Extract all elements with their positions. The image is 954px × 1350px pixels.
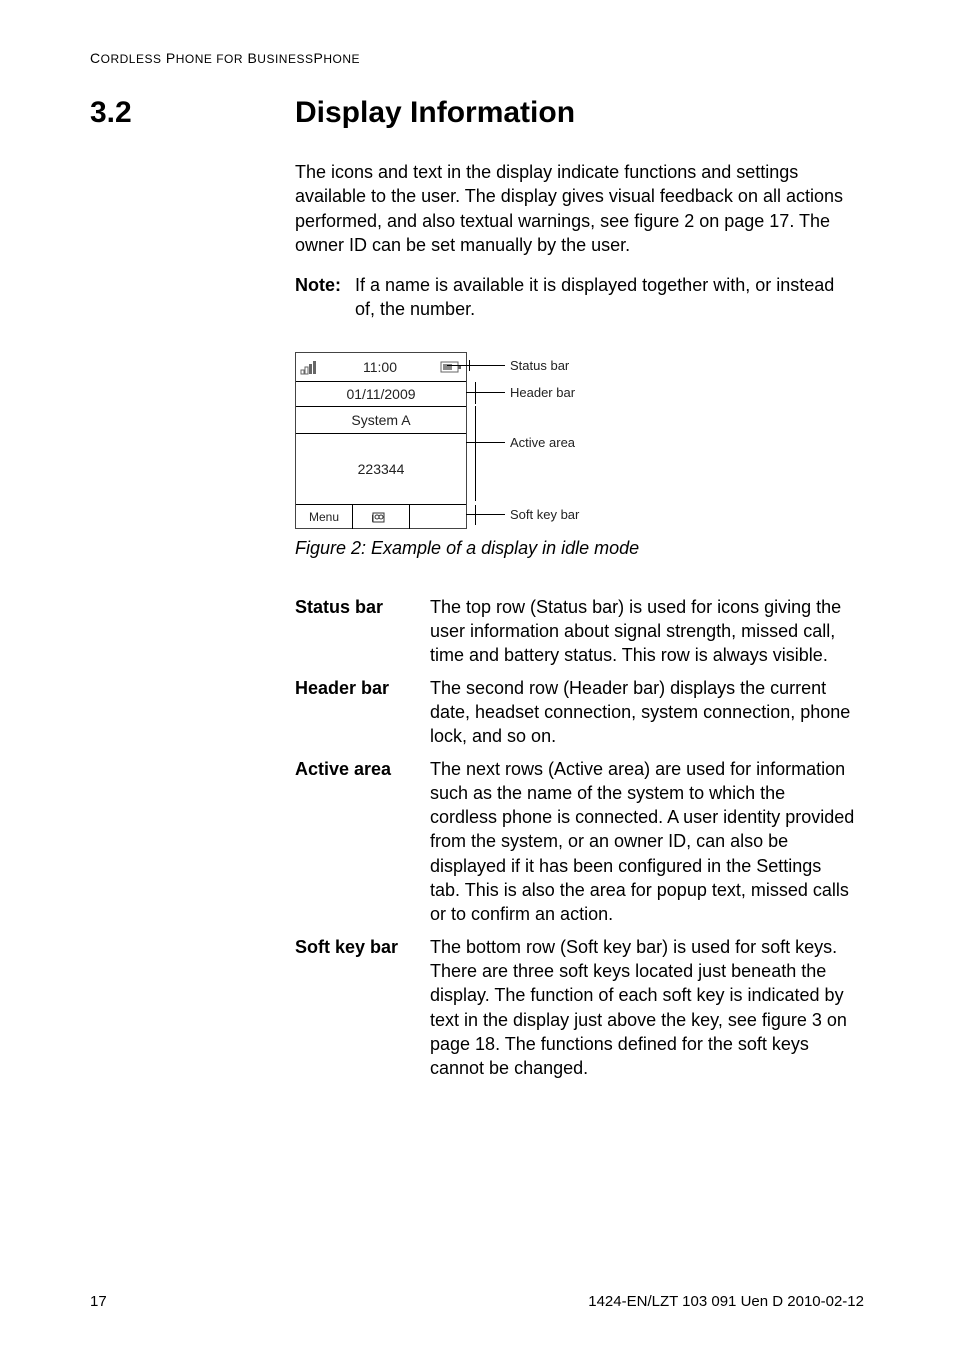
page-number: 17 [90,1293,107,1310]
def-text-header: The second row (Header bar) displays the… [430,676,855,749]
def-text-active: The next rows (Active area) are used for… [430,757,855,927]
signal-icon [300,359,320,375]
note-text: If a name is available it is displayed t… [355,273,855,322]
doc-id: 1424-EN/LZT 103 091 Uen D 2010-02-12 [588,1293,864,1310]
phone-frame: 11:00 01/11/2009 System A 223344 Menu [295,352,467,529]
softkey-contacts [353,505,410,529]
section-number: 3.2 [90,96,295,130]
clock-text: 11:00 [324,359,436,375]
section-title: Display Information [295,96,575,130]
figure-caption: Figure 2: Example of a display in idle m… [295,538,864,559]
def-term-header: Header bar [295,676,430,749]
def-term-active: Active area [295,757,430,927]
label-softkey: Soft key bar [510,507,579,522]
def-text-status: The top row (Status bar) is used for ico… [430,595,855,668]
running-header: CORDLESS PHONE FOR BUSINESSPHONE [90,50,864,66]
softkey-empty [410,505,466,529]
contacts-icon [372,511,390,523]
def-term-softkey: Soft key bar [295,935,430,1081]
label-header: Header bar [510,385,575,400]
note-label: Note: [295,273,355,322]
softkey-menu: Menu [296,505,353,529]
active-area-owner: 223344 [296,434,466,504]
def-term-status: Status bar [295,595,430,668]
active-area-system: System A [296,407,466,434]
phone-diagram: 11:00 01/11/2009 System A 223344 Menu [295,352,864,532]
softkey-bar: Menu [296,504,466,529]
battery-icon [440,361,462,373]
label-status: Status bar [510,358,569,373]
status-bar: 11:00 [296,353,466,382]
label-active: Active area [510,435,575,450]
header-bar: 01/11/2009 [296,382,466,407]
intro-paragraph: The icons and text in the display indica… [295,160,855,257]
def-text-softkey: The bottom row (Soft key bar) is used fo… [430,935,855,1081]
